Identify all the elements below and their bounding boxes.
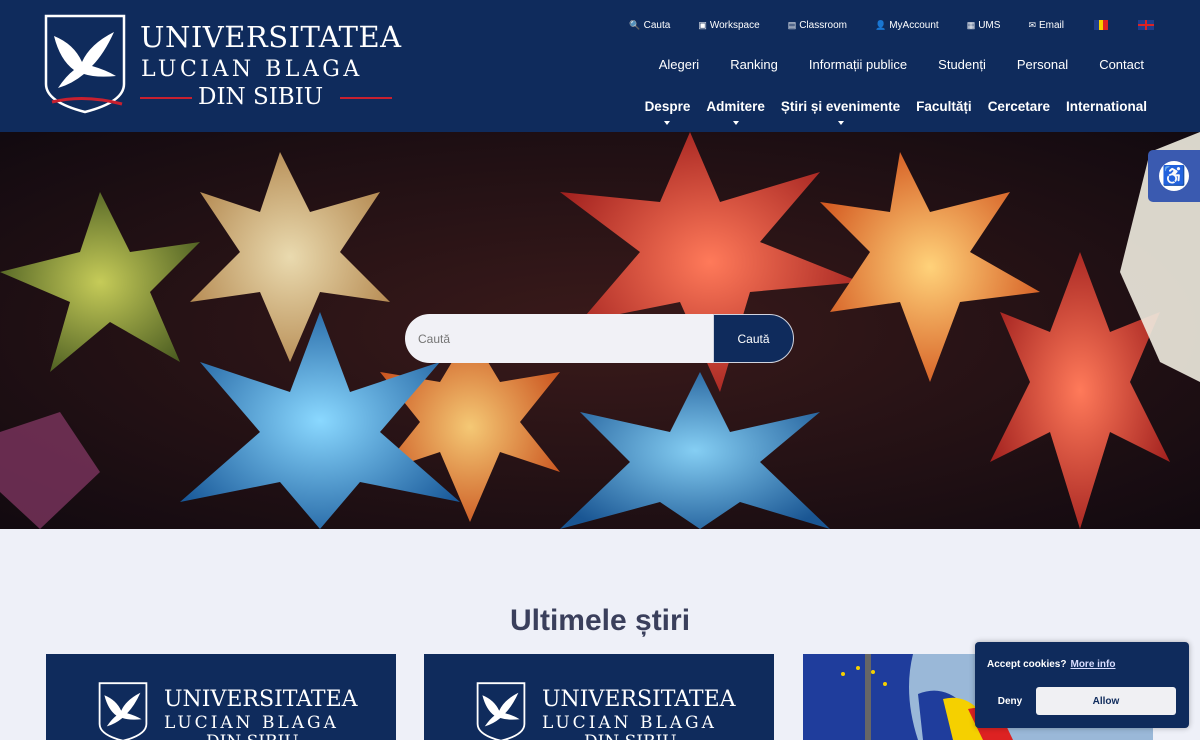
nav-stiri-evenimente[interactable]: Știri și evenimente: [780, 99, 901, 125]
nav-ranking[interactable]: Ranking: [730, 57, 778, 72]
utility-bar: 🔍 Cauta ▣ Workspace ▤ Classroom 👤 MyAccount …: [601, 17, 1154, 33]
search-button[interactable]: Caută: [713, 314, 794, 363]
nav-label: Cercetare: [987, 99, 1050, 114]
nav-label: Admitere: [706, 99, 765, 114]
red-rule-left: [140, 97, 192, 99]
topbar-label: Email: [1038, 19, 1064, 31]
topbar-cauta[interactable]: 🔍 Cauta: [629, 20, 670, 31]
topbar-email[interactable]: ✉ Email: [1028, 20, 1064, 31]
cookie-more-info-link[interactable]: More info: [1070, 659, 1115, 670]
topbar-workspace[interactable]: ▣ Workspace: [698, 20, 759, 31]
accessibility-button[interactable]: ♿: [1148, 150, 1200, 202]
dove-shield-icon: [476, 682, 526, 740]
search-input[interactable]: [405, 314, 713, 363]
classroom-icon: ▤: [787, 19, 797, 30]
cookie-text-row: Accept cookies? More info: [987, 659, 1115, 670]
topbar-label: Classroom: [799, 19, 847, 31]
workspace-icon: ▣: [698, 19, 707, 30]
news-card[interactable]: UNIVERSITATEA LUCIAN BLAGA DIN SIBIU: [46, 654, 396, 740]
nav-admitere[interactable]: Admitere: [706, 99, 765, 125]
card-logo-line2: LUCIAN BLAGA: [542, 713, 717, 733]
uk-flag-icon[interactable]: [1138, 20, 1154, 30]
romanian-flag-icon[interactable]: [1094, 20, 1109, 30]
caret-down-icon: [837, 121, 844, 125]
cookie-deny-button[interactable]: Deny: [985, 687, 1035, 715]
nav-label: Facultăți: [916, 99, 972, 114]
card-logo-line1: UNIVERSITATEA: [164, 687, 358, 712]
nav-cercetare[interactable]: Cercetare: [988, 99, 1050, 114]
main-nav: Despre Admitere Știri și evenimente Facu…: [629, 99, 1147, 125]
search-icon: 🔍: [629, 19, 641, 30]
secondary-nav: Alegeri Ranking Informații publice Stude…: [628, 57, 1144, 72]
topbar-classroom[interactable]: ▤ Classroom: [788, 20, 847, 31]
card-logo-line3: DIN SIBIU: [584, 732, 677, 740]
news-section-title: Ultimele știri: [509, 604, 691, 637]
nav-label: Despre: [644, 99, 691, 114]
topbar-label: Workspace: [709, 19, 760, 31]
nav-international[interactable]: International: [1066, 99, 1147, 114]
topbar-label: MyAccount: [889, 19, 939, 31]
accessibility-icon: ♿: [1159, 161, 1189, 191]
logo-line1: UNIVERSITATEA: [140, 20, 402, 54]
nav-label: Știri și evenimente: [780, 99, 901, 114]
caret-down-icon: [732, 121, 739, 125]
hero-search: Caută: [405, 314, 794, 363]
red-rule-right: [340, 97, 392, 99]
caret-down-icon: [664, 121, 671, 125]
card-logo-line1: UNIVERSITATEA: [542, 687, 736, 712]
topbar-myaccount[interactable]: 👤 MyAccount: [875, 20, 939, 31]
topbar-label: UMS: [978, 19, 1001, 31]
nav-despre[interactable]: Despre: [644, 99, 691, 125]
cookie-allow-button[interactable]: Allow: [1036, 687, 1176, 715]
logo-line2: LUCIAN BLAGA: [141, 57, 363, 82]
nav-facultati[interactable]: Facultăți: [916, 99, 972, 114]
card-logo-line3: DIN SIBIU: [206, 732, 299, 740]
site-header: UNIVERSITATEA LUCIAN BLAGA DIN SIBIU 🔍 Ca…: [0, 0, 1200, 132]
university-logo[interactable]: UNIVERSITATEA LUCIAN BLAGA DIN SIBIU: [44, 14, 401, 118]
news-card[interactable]: UNIVERSITATEA LUCIAN BLAGA DIN SIBIU: [424, 654, 774, 740]
logo-line3: DIN SIBIU: [198, 84, 324, 110]
nav-label: International: [1065, 99, 1147, 114]
nav-contact[interactable]: Contact: [1099, 57, 1144, 72]
cookie-question: Accept cookies?: [987, 659, 1067, 670]
ums-icon: ▦: [966, 19, 976, 30]
dove-shield-icon: [44, 14, 126, 114]
logo-line3-wrap: DIN SIBIU: [140, 84, 392, 112]
topbar-ums[interactable]: ▦ UMS: [967, 20, 1001, 31]
cookie-banner: Accept cookies? More info Deny Allow: [975, 642, 1189, 728]
user-icon: 👤: [875, 19, 887, 30]
nav-informatii-publice[interactable]: Informații publice: [809, 57, 907, 72]
topbar-label: Cauta: [643, 19, 671, 31]
nav-personal[interactable]: Personal: [1017, 57, 1068, 72]
dove-shield-icon: [98, 682, 148, 740]
nav-studenti[interactable]: Studenți: [938, 57, 986, 72]
email-icon: ✉: [1028, 19, 1036, 30]
nav-alegeri[interactable]: Alegeri: [659, 57, 699, 72]
card-logo-line2: LUCIAN BLAGA: [164, 713, 339, 733]
